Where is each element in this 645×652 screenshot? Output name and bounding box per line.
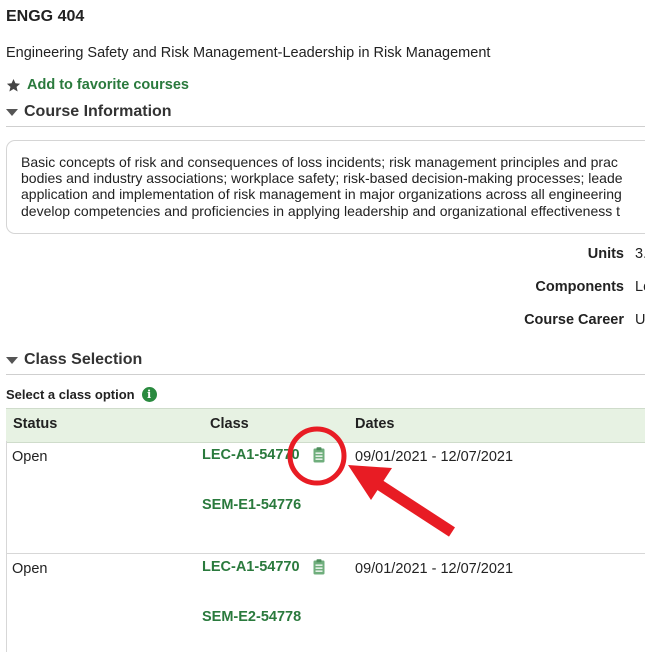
add-to-favorites-label: Add to favorite courses <box>27 77 189 93</box>
row-1-dates: 09/01/2021 - 12/07/2021 <box>355 449 514 465</box>
row-2-lec-link[interactable]: LEC-A1-54770 <box>202 559 300 575</box>
row-divider <box>6 553 645 554</box>
description-line: application and implementation of risk m… <box>21 186 622 203</box>
row-2-sem-link[interactable]: SEM-E2-54778 <box>202 609 301 625</box>
table-border <box>6 441 7 652</box>
add-to-favorites-link[interactable]: Add to favorite courses <box>6 77 189 93</box>
row-1-sem-link[interactable]: SEM-E1-54776 <box>202 497 301 513</box>
class-selection-toggle[interactable]: Class Selection <box>6 351 142 369</box>
course-title: Engineering Safety and Risk Management-L… <box>6 45 491 61</box>
annotation-arrow-shaft <box>369 475 455 537</box>
star-icon <box>6 78 21 91</box>
class-selection-heading: Class Selection <box>24 351 143 368</box>
clipboard-icon[interactable] <box>313 559 325 575</box>
section-divider <box>6 374 645 375</box>
components-label: Components <box>535 279 624 295</box>
triangle-down-icon <box>6 356 18 364</box>
row-2-dates: 09/01/2021 - 12/07/2021 <box>355 561 514 577</box>
course-information-heading: Course Information <box>24 103 172 120</box>
units-value: 3. <box>635 246 645 262</box>
description-line: bodies and industry associations; workpl… <box>21 170 623 187</box>
description-line: develop competencies and proficiencies i… <box>21 202 621 219</box>
info-icon[interactable]: i <box>141 387 157 402</box>
select-class-option-label: Select a class option <box>6 387 135 402</box>
description-line: Basic concepts of risk and consequences … <box>21 154 618 170</box>
select-class-option: Select a class option i <box>6 387 157 402</box>
row-1-lec-link[interactable]: LEC-A1-54770 <box>202 447 300 463</box>
course-code: ENGG 404 <box>6 8 85 25</box>
row-2-status: Open <box>12 561 48 577</box>
class-table-header <box>6 408 645 443</box>
course-information-toggle[interactable]: Course Information <box>6 103 172 121</box>
course-career-value: U <box>635 312 645 328</box>
clipboard-icon[interactable] <box>313 447 325 463</box>
triangle-down-icon <box>6 108 18 116</box>
column-header-class[interactable]: Class <box>210 416 249 432</box>
course-career-label: Course Career <box>524 312 624 328</box>
column-header-status[interactable]: Status <box>13 416 57 432</box>
course-description: Basic concepts of risk and consequences … <box>6 140 645 234</box>
column-header-dates[interactable]: Dates <box>355 416 395 432</box>
components-value: Le <box>635 279 645 295</box>
row-1-status: Open <box>12 449 48 465</box>
units-label: Units <box>587 246 624 262</box>
section-divider <box>6 126 645 127</box>
annotation-arrow-head <box>348 465 392 500</box>
